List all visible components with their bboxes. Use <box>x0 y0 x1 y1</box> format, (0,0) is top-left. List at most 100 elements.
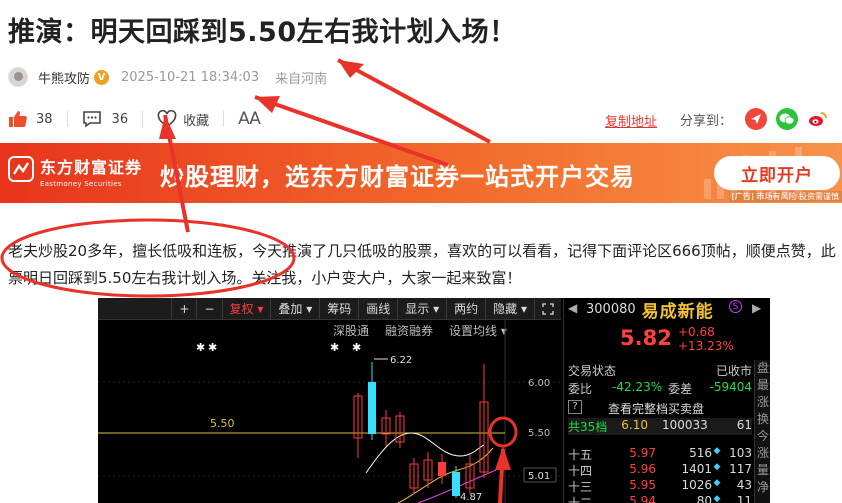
book-levels: 共35档 <box>568 420 608 434</box>
side-tab[interactable]: 涨 <box>755 445 770 462</box>
comment-button[interactable]: 36 <box>82 110 128 128</box>
low-marker-label: 4.87 <box>460 492 482 503</box>
ask-orders: 11 <box>736 494 752 503</box>
price-tick-label: 5.01 <box>528 471 550 482</box>
side-tab[interactable]: 盘 <box>755 360 770 377</box>
price-change: +0.68 +13.23% <box>678 325 734 353</box>
thumbs-up-icon <box>9 111 27 127</box>
article-title: 推演：明天回踩到5.50左右我计划入场！ <box>8 17 517 48</box>
ask-price: 5.96 <box>629 462 656 476</box>
author-avatar[interactable] <box>8 67 28 87</box>
font-size-button[interactable]: AA <box>238 109 261 129</box>
ad-note: [广告] 市场有风险 投资需谨慎 <box>728 191 842 202</box>
side-tab[interactable]: 最 <box>755 377 770 394</box>
collect-label: 收藏 <box>183 113 210 129</box>
collect-button[interactable]: 收藏 <box>157 110 209 129</box>
quote-header: ◀ 300080 易成新能 S ▶ <box>564 298 770 322</box>
side-tab[interactable]: 换 <box>755 411 770 428</box>
change-percent: +13.23% <box>678 339 734 353</box>
status-row: 交易状态 已收市 <box>568 362 752 379</box>
price-tick-label: 5.50 <box>528 428 550 439</box>
ask-price: 5.95 <box>629 478 656 492</box>
side-tab[interactable]: 今 <box>755 428 770 445</box>
verified-badge-icon: V <box>94 69 110 85</box>
ask-row: 十五 5.97 516 ◆ 103 <box>568 446 752 463</box>
help-icon[interactable]: ? <box>568 400 582 414</box>
side-tab[interactable]: 量 <box>755 462 770 479</box>
copy-link[interactable]: 复制地址 <box>605 111 657 130</box>
divider <box>66 111 68 127</box>
banner-slogan: 炒股理财，选东方财富证券一站式开户交易 <box>160 163 635 191</box>
ask-volume: 516 <box>689 446 712 460</box>
weibi-row: 委比 -42.23% 委差 -59404 <box>568 380 752 397</box>
action-bar: 38 36 收藏 AA 复制地址 分享到： <box>8 106 842 132</box>
full-book-link[interactable]: 查看完整档买卖盘 <box>608 400 704 417</box>
article-paragraph: 老夫炒股20多年，擅长低吸和连板，今天推演了几只低吸的股票，喜欢的可以看看，记得… <box>8 242 836 287</box>
quote-panel: ◀ 300080 易成新能 S ▶ 5.82 +0.68 +13.23% 交易状… <box>563 298 770 503</box>
ask-orders: 117 <box>729 462 752 476</box>
open-account-button[interactable]: 立即开户 <box>714 156 840 190</box>
ask-volume: 1026 <box>681 478 712 492</box>
ask-price: 5.97 <box>629 446 656 460</box>
star-marker: ✱ <box>208 341 217 354</box>
diamond-icon: ◆ <box>713 478 721 488</box>
diamond-icon: ◆ <box>713 494 721 503</box>
prev-stock-icon[interactable]: ◀ <box>568 301 577 315</box>
star-marker: ✱ <box>352 341 361 354</box>
share-weibo-icon[interactable] <box>807 108 829 130</box>
divider <box>223 111 225 127</box>
ask-volume: 1401 <box>681 462 712 476</box>
star-marker: ✱ <box>196 341 205 354</box>
ask-level: 十五 <box>568 448 593 462</box>
ask-volume: 80 <box>696 494 712 503</box>
logo-text-cn: 东方财富证券 <box>40 158 143 177</box>
candlestick-chart: ✱ ✱ ✱ ✱ 5.50 6.22 4.87 6.00 5.50 5.01 <box>98 320 561 503</box>
share-wechat-icon[interactable] <box>776 108 798 130</box>
full-book-row[interactable]: ? 查看完整档买卖盘 <box>568 400 752 417</box>
eastmoney-logo-icon <box>8 156 34 182</box>
heart-icon <box>157 110 177 128</box>
ask-orders: 103 <box>729 446 752 460</box>
ask-row: 十二 5.94 80 ◆ 11 <box>568 494 752 503</box>
publish-time: 2025-10-21 18:34:03 <box>121 69 260 85</box>
share-toutiao-icon[interactable] <box>745 108 767 130</box>
weibi-value: -42.23% <box>612 380 663 394</box>
like-button[interactable]: 38 <box>8 110 53 128</box>
side-tab[interactable]: 净 <box>755 479 770 496</box>
ask-row: 十四 5.96 1401 ◆ 117 <box>568 462 752 479</box>
diamond-icon: ◆ <box>713 446 721 456</box>
margin-badge-icon: S <box>729 300 742 313</box>
article-meta: 牛熊攻防 V 2025-10-21 18:34:03 来自河南 <box>8 66 327 88</box>
share-label: 分享到： <box>680 114 733 129</box>
ask-level: 十二 <box>568 496 593 503</box>
high-marker-label: 6.22 <box>390 355 412 366</box>
side-tab[interactable]: 涨 <box>755 394 770 411</box>
change-amount: +0.68 <box>678 325 715 339</box>
price-tick-label: 6.00 <box>528 378 550 389</box>
status-value: 已收市 <box>715 364 752 378</box>
book-price: 6.10 <box>621 418 648 432</box>
book-volume: 100033 <box>662 418 708 432</box>
diamond-icon: ◆ <box>713 462 721 472</box>
share-icons <box>745 108 829 130</box>
star-markers: ✱ ✱ ✱ ✱ <box>196 341 361 354</box>
side-tab-column: 盘 最 涨 换 今 涨 量 净 <box>754 360 770 503</box>
candles <box>353 362 489 498</box>
author-name[interactable]: 牛熊攻防 <box>38 68 90 87</box>
ask-row: 十三 5.95 1026 ◆ 43 <box>568 478 752 495</box>
ask-level: 十四 <box>568 464 593 478</box>
comment-icon <box>82 111 101 128</box>
ask-level: 十三 <box>568 480 593 494</box>
weicha-value: -59404 <box>709 380 752 394</box>
weibi-label: 委比 <box>568 382 593 396</box>
last-price: 5.82 <box>620 326 672 350</box>
banner-logo: 东方财富证券 Eastmoney Securities <box>40 154 142 188</box>
next-stock-icon[interactable]: ▶ <box>752 301 761 315</box>
book-summary-row: 共35档 6.10 100033 61 <box>568 418 752 435</box>
book-orders: 61 <box>736 418 752 432</box>
status-label: 交易状态 <box>568 364 617 378</box>
ask-orders: 43 <box>736 478 752 492</box>
star-marker: ✱ <box>330 341 339 354</box>
stock-chart-image: + − 复权 ▾ 叠加 ▾ 筹码 画线 显示 ▾ 两约 隐藏 ▾ 深股通 融资融… <box>98 298 770 503</box>
stock-name: 易成新能 <box>641 301 714 322</box>
